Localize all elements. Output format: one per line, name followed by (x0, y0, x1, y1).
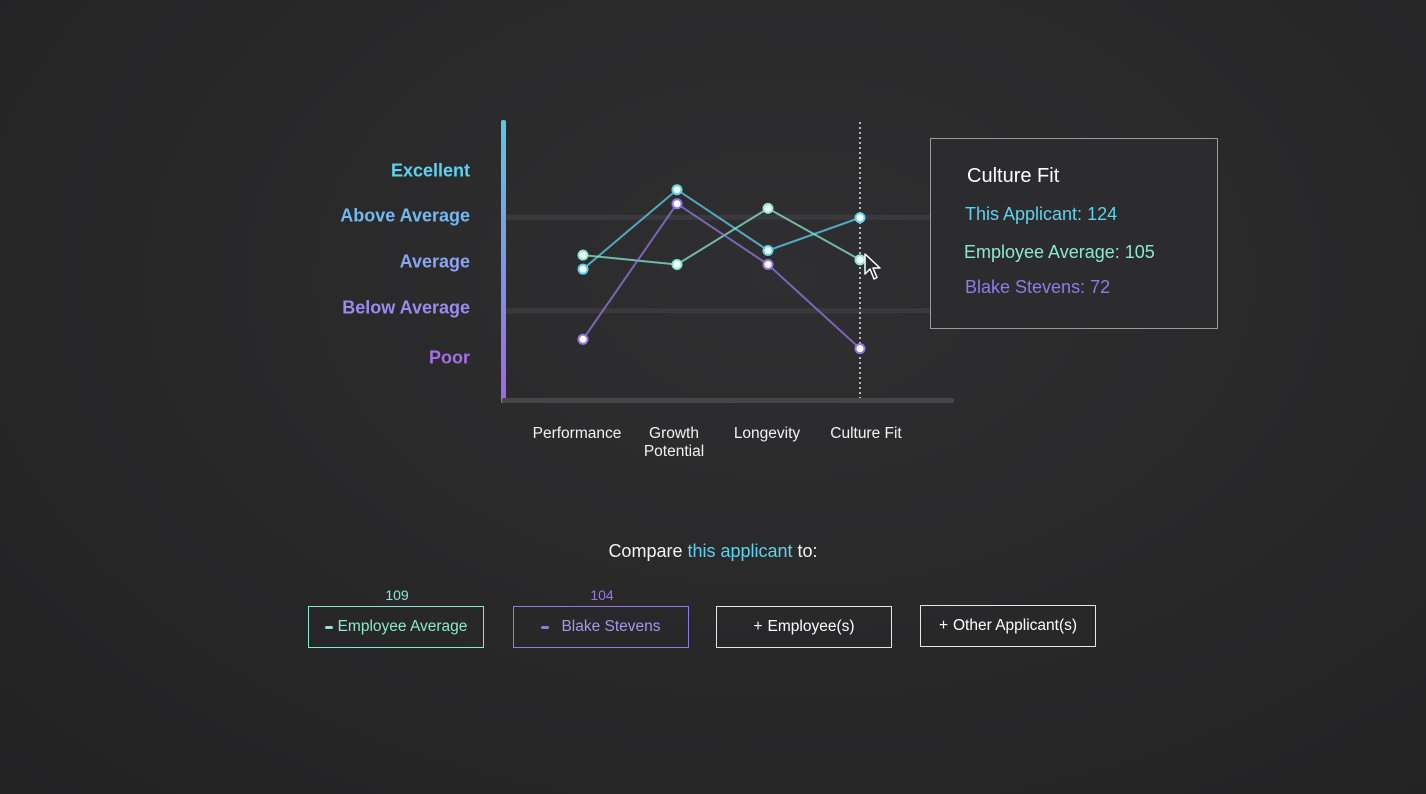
data-point-blake-stevens-2[interactable] (762, 259, 774, 270)
mouse-cursor-icon (864, 253, 881, 280)
add-employees-label: Employee(s) (767, 618, 855, 635)
data-point-employee-average-1[interactable] (671, 259, 683, 270)
tooltip-employee-average-value: Employee Average: 105 (964, 242, 1155, 262)
compare-prefix: Compare (608, 541, 688, 561)
data-point-employee-average-0[interactable] (577, 249, 589, 261)
employee-average-label: Employee Average (337, 618, 468, 635)
plus-icon: + (938, 617, 948, 634)
add-other-applicants-label: Other Applicant(s) (953, 617, 1078, 634)
tooltip-title: Culture Fit (967, 165, 1060, 187)
compare-suffix: to: (792, 541, 818, 561)
add-other-applicants-button[interactable]: + Other Applicant(s) (920, 605, 1096, 647)
compare-highlight: this applicant (687, 541, 793, 561)
tooltip-blake-value: Blake Stevens: 72 (965, 277, 1111, 297)
tooltip-applicant-value: This Applicant: 124 (965, 204, 1118, 224)
data-point-this-applicant-3[interactable] (854, 212, 866, 224)
plus-icon: + (753, 618, 763, 635)
employee-average-button[interactable]: Employee Average (308, 606, 484, 648)
blake-stevens-button[interactable]: Blake Stevens (513, 606, 689, 648)
gridline-above-average (506, 214, 956, 220)
blake-count: 104 (590, 587, 614, 603)
series-line-this-applicant (582, 188, 861, 270)
data-point-blake-stevens-1[interactable] (671, 198, 683, 210)
remove-dash-icon (541, 625, 550, 629)
data-point-employee-average-2[interactable] (762, 202, 774, 214)
hover-tooltip: Culture Fit This Applicant: 124 Employee… (930, 138, 1218, 329)
data-point-this-applicant-1[interactable] (671, 184, 683, 196)
series-line-blake-stevens (582, 202, 861, 350)
add-employees-button[interactable]: + Employee(s) (716, 606, 892, 648)
data-point-blake-stevens-0[interactable] (577, 333, 589, 345)
data-point-this-applicant-0[interactable] (577, 263, 589, 275)
data-point-this-applicant-2[interactable] (762, 244, 774, 256)
employee-average-count: 109 (385, 587, 409, 603)
compare-heading: Compare this applicant to: (0, 541, 1426, 562)
x-label-culture-fit: Culture Fit (830, 425, 902, 442)
y-axis-bar (501, 120, 506, 403)
gridline-below-average (506, 308, 956, 314)
blake-stevens-label: Blake Stevens (561, 618, 661, 635)
data-point-blake-stevens-3[interactable] (854, 343, 866, 355)
line-chart (501, 120, 956, 403)
remove-dash-icon (324, 625, 333, 629)
x-axis-bar (502, 398, 954, 403)
